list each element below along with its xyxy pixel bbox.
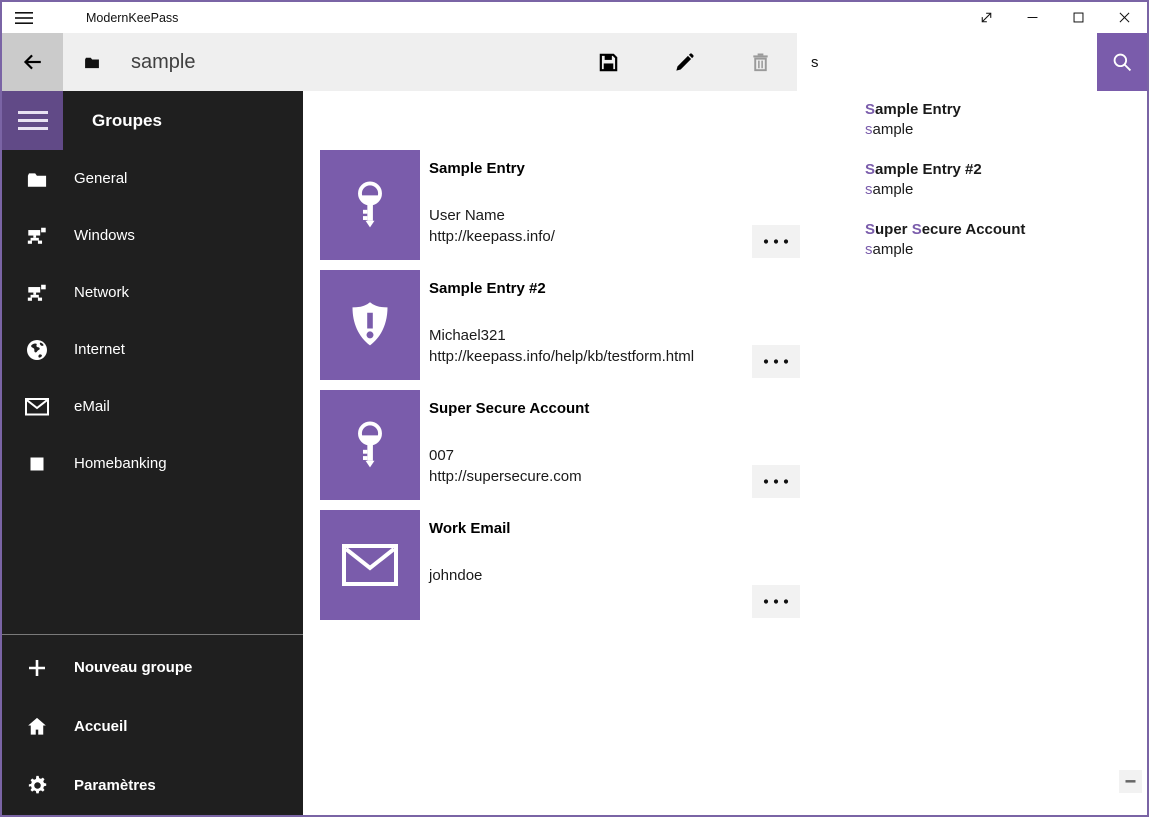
save-button[interactable] — [584, 38, 632, 86]
entry-more-button[interactable] — [752, 465, 800, 498]
sidebar-actions: Nouveau groupe Accueil Paramètres — [2, 638, 303, 815]
entry-row[interactable]: Sample Entry User Namehttp://keepass.inf… — [320, 150, 800, 260]
app-title: ModernKeePass — [86, 11, 178, 25]
entry-row[interactable]: Work Email johndoe — [320, 510, 800, 620]
back-button[interactable] — [2, 33, 63, 91]
folder-icon — [24, 169, 50, 189]
sidebar-item-network[interactable]: Network — [2, 264, 303, 321]
sidebar-action-paramètres[interactable]: Paramètres — [2, 756, 303, 815]
sidebar-bottom: Nouveau groupe Accueil Paramètres — [2, 634, 303, 815]
group-list: General Windows Network Internet eMail H… — [2, 150, 303, 492]
sidebar-item-email[interactable]: eMail — [2, 378, 303, 435]
entry-more-button[interactable] — [752, 345, 800, 378]
search-result-title: Sample Entry — [865, 99, 1147, 120]
plus-icon — [24, 656, 50, 680]
window-controls — [963, 2, 1147, 33]
search-result-title: Sample Entry #2 — [865, 159, 1147, 180]
mail-icon — [24, 396, 50, 417]
globe-icon — [24, 338, 50, 362]
entry-row[interactable]: Sample Entry #2 Michael321http://keepass… — [320, 270, 800, 380]
maximize-button[interactable] — [1055, 2, 1101, 33]
database-title: sample — [131, 51, 195, 74]
sidebar-hamburger-button[interactable] — [2, 91, 63, 150]
entry-title: Super Secure Account — [429, 399, 752, 419]
search-result-subtitle: sample — [865, 180, 1147, 200]
key-icon[interactable] — [320, 390, 420, 500]
close-button[interactable] — [1101, 2, 1147, 33]
search-result-subtitle: sample — [865, 120, 1147, 140]
entry-list: Sample Entry User Namehttp://keepass.inf… — [320, 150, 800, 630]
entry-details: User Namehttp://keepass.info/ — [429, 205, 752, 247]
entry-more-button[interactable] — [752, 225, 800, 258]
entry-row[interactable]: Super Secure Account 007http://supersecu… — [320, 390, 800, 500]
search-result-item[interactable]: Sample Entry #2 sample — [851, 151, 1147, 211]
groups-heading: Groupes — [92, 111, 162, 131]
shield-icon[interactable] — [320, 270, 420, 380]
search-input[interactable] — [797, 33, 1097, 91]
title-bar: ModernKeePass — [2, 2, 1147, 33]
sidebar-top: Groupes — [2, 91, 303, 150]
sidebar-separator — [2, 634, 303, 635]
search-result-title: Super Secure Account — [865, 219, 1147, 240]
entry-details: johndoe — [429, 565, 752, 586]
entry-details: Michael321http://keepass.info/help/kb/te… — [429, 325, 752, 367]
sidebar-item-homebanking[interactable]: Homebanking — [2, 435, 303, 492]
minimize-button[interactable] — [1009, 2, 1055, 33]
entry-title: Sample Entry #2 — [429, 279, 752, 299]
zoom-out-button[interactable] — [1119, 770, 1142, 793]
titlebar-hamburger-icon[interactable] — [2, 2, 46, 33]
sidebar-item-internet[interactable]: Internet — [2, 321, 303, 378]
key-icon[interactable] — [320, 150, 420, 260]
sidebar: Groupes General Windows Network Internet… — [2, 91, 303, 815]
sidebar-item-general[interactable]: General — [2, 150, 303, 207]
body: Groupes General Windows Network Internet… — [2, 91, 1147, 815]
search-box — [797, 33, 1097, 91]
fullscreen-button[interactable] — [963, 2, 1009, 33]
network-icon — [24, 282, 50, 304]
search-result-subtitle: sample — [865, 240, 1147, 260]
delete-button[interactable] — [736, 38, 784, 86]
entry-details: 007http://supersecure.com — [429, 445, 752, 487]
mail-icon[interactable] — [320, 510, 420, 620]
entry-more-button[interactable] — [752, 585, 800, 618]
search-button[interactable] — [1097, 33, 1147, 91]
search-result-item[interactable]: Super Secure Account sample — [851, 211, 1147, 271]
entry-title: Work Email — [429, 519, 752, 539]
edit-button[interactable] — [660, 38, 708, 86]
database-icon — [83, 54, 101, 70]
square-icon — [24, 452, 50, 476]
toolbar — [584, 33, 784, 91]
sidebar-action-accueil[interactable]: Accueil — [2, 697, 303, 756]
command-bar: sample — [2, 33, 1147, 91]
sidebar-item-windows[interactable]: Windows — [2, 207, 303, 264]
search-suggestions: Sample Entry sample Sample Entry #2 samp… — [851, 91, 1147, 265]
search-result-item[interactable]: Sample Entry sample — [851, 91, 1147, 151]
entry-title: Sample Entry — [429, 159, 752, 179]
sidebar-action-nouveau-groupe[interactable]: Nouveau groupe — [2, 638, 303, 697]
home-icon — [24, 715, 50, 738]
gear-icon — [24, 774, 50, 797]
network-icon — [24, 225, 50, 247]
app-window: ModernKeePass — [0, 0, 1149, 817]
